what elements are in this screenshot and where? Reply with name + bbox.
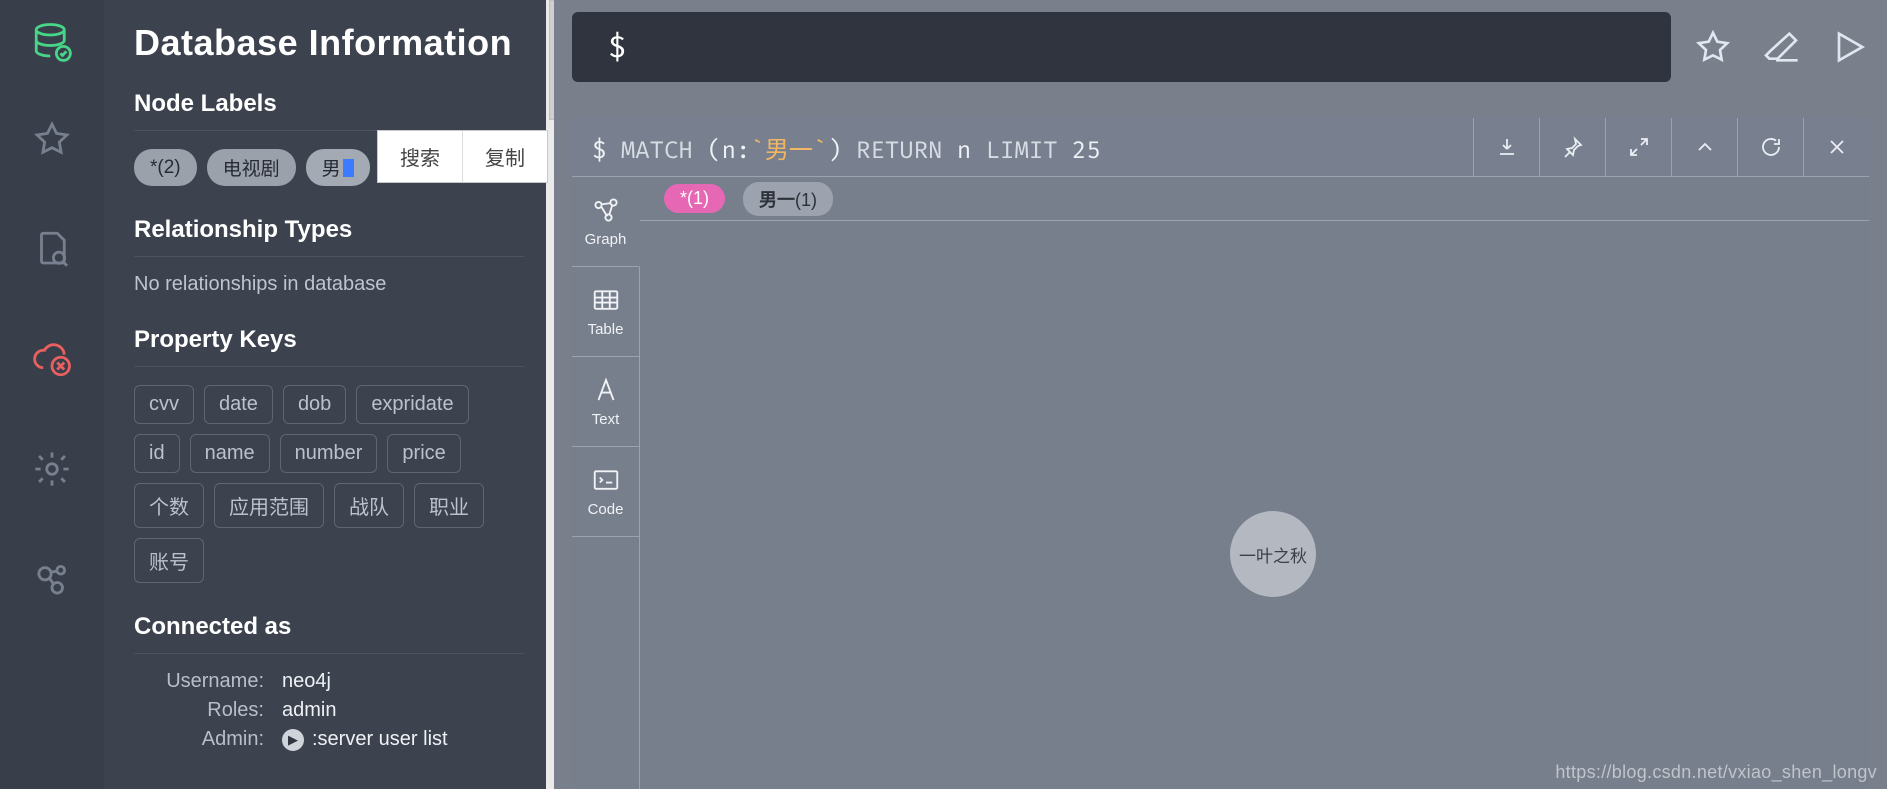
label-chip-all[interactable]: *(2) bbox=[134, 149, 197, 186]
view-graph[interactable]: Graph bbox=[572, 177, 640, 267]
cypher-editor[interactable]: $ bbox=[572, 12, 1671, 82]
pin-button[interactable] bbox=[1539, 118, 1605, 176]
q-prefix: $ bbox=[592, 137, 621, 165]
executed-query[interactable]: $ MATCH (n:`男一`) RETURN n LIMIT 25 bbox=[572, 130, 1473, 165]
documents-icon[interactable] bbox=[0, 194, 104, 304]
context-search-button[interactable]: 搜索 bbox=[378, 131, 462, 182]
context-menu: 搜索 复制 bbox=[377, 130, 548, 183]
view-graph-label: Graph bbox=[585, 231, 627, 248]
view-code[interactable]: Code bbox=[572, 447, 640, 537]
db-status-icon[interactable] bbox=[0, 0, 104, 84]
prop-key[interactable]: 账号 bbox=[134, 538, 204, 583]
q-kw-limit: LIMIT bbox=[986, 137, 1058, 165]
result-legend: *(1) 男一(1) bbox=[640, 177, 1869, 221]
q-kw-return: RETURN bbox=[856, 137, 942, 165]
sidebar: Database Information Node Labels *(2) 电视… bbox=[104, 0, 554, 789]
play-icon: ▶ bbox=[282, 729, 304, 751]
view-table[interactable]: Table bbox=[572, 267, 640, 357]
legend-man[interactable]: 男一(1) bbox=[743, 182, 833, 216]
roles-value: admin bbox=[282, 699, 524, 722]
q-close: ) bbox=[827, 137, 856, 165]
main-area: $ $ MATCH (n:`男一`) RETURN n LIMIT 25 bbox=[554, 0, 1887, 789]
property-keys-heading: Property Keys bbox=[134, 326, 524, 367]
context-copy-button[interactable]: 复制 bbox=[462, 131, 547, 182]
collapse-up-button[interactable] bbox=[1671, 118, 1737, 176]
view-switcher: Graph Table Text Code bbox=[572, 177, 640, 789]
label-chip-man-text: 男 bbox=[322, 154, 341, 181]
no-relationships-text: No relationships in database bbox=[134, 273, 524, 296]
cloud-error-icon[interactable] bbox=[0, 304, 104, 414]
close-button[interactable] bbox=[1803, 118, 1869, 176]
download-button[interactable] bbox=[1473, 118, 1539, 176]
editor-prompt: $ bbox=[608, 29, 626, 65]
prop-key[interactable]: date bbox=[204, 385, 273, 424]
view-text-label: Text bbox=[592, 411, 620, 428]
favorite-icon[interactable] bbox=[1693, 27, 1733, 67]
q-mid: n bbox=[942, 137, 985, 165]
run-icon[interactable] bbox=[1829, 27, 1869, 67]
settings-icon[interactable] bbox=[0, 414, 104, 524]
prop-key[interactable]: id bbox=[134, 434, 180, 473]
property-keys-list: cvv date dob expridate id name number pr… bbox=[134, 385, 524, 583]
legend-all[interactable]: *(1) bbox=[664, 184, 725, 213]
username-value: neo4j bbox=[282, 670, 524, 693]
sidebar-title: Database Information bbox=[134, 22, 524, 64]
result-header: $ MATCH (n:`男一`) RETURN n LIMIT 25 bbox=[572, 118, 1869, 176]
editor-row: $ bbox=[572, 12, 1869, 82]
q-kw-match: MATCH bbox=[621, 137, 693, 165]
q-tail: 25 bbox=[1058, 137, 1101, 165]
prop-key[interactable]: 应用范围 bbox=[214, 483, 324, 528]
result-frame: $ MATCH (n:`男一`) RETURN n LIMIT 25 Graph bbox=[572, 118, 1869, 789]
prop-key[interactable]: number bbox=[280, 434, 378, 473]
prop-key[interactable]: price bbox=[387, 434, 460, 473]
relationship-types-heading: Relationship Types bbox=[134, 216, 524, 257]
view-code-label: Code bbox=[588, 501, 624, 518]
username-label: Username: bbox=[134, 670, 264, 693]
prop-key[interactable]: 个数 bbox=[134, 483, 204, 528]
view-table-label: Table bbox=[588, 321, 624, 338]
graph-viewport[interactable]: 一叶之秋 bbox=[640, 221, 1869, 789]
legend-man-count: (1) bbox=[795, 190, 817, 210]
result-toolbar bbox=[1473, 118, 1869, 176]
admin-label: Admin: bbox=[134, 728, 264, 751]
legend-man-name: 男一 bbox=[759, 190, 795, 210]
node-labels-heading: Node Labels bbox=[134, 90, 524, 131]
text-caret bbox=[343, 159, 354, 177]
prop-key[interactable]: 战队 bbox=[334, 483, 404, 528]
favorites-icon[interactable] bbox=[0, 84, 104, 194]
prop-key[interactable]: cvv bbox=[134, 385, 194, 424]
admin-command-text: :server user list bbox=[312, 728, 448, 751]
about-icon[interactable] bbox=[0, 524, 104, 634]
prop-key[interactable]: name bbox=[190, 434, 270, 473]
q-open: (n: bbox=[693, 137, 751, 165]
label-chip-tv[interactable]: 电视剧 bbox=[207, 149, 296, 186]
admin-value[interactable]: ▶ :server user list bbox=[282, 728, 524, 751]
graph-node[interactable]: 一叶之秋 bbox=[1230, 511, 1316, 597]
connected-as-heading: Connected as bbox=[134, 613, 524, 654]
label-chip-man-selected[interactable]: 男 bbox=[306, 149, 370, 186]
connection-info: Username: neo4j Roles: admin Admin: ▶ :se… bbox=[134, 670, 524, 751]
prop-key[interactable]: 职业 bbox=[414, 483, 484, 528]
expand-button[interactable] bbox=[1605, 118, 1671, 176]
result-canvas: *(1) 男一(1) 一叶之秋 bbox=[640, 177, 1869, 789]
eraser-icon[interactable] bbox=[1761, 27, 1801, 67]
left-rail bbox=[0, 0, 104, 789]
rerun-button[interactable] bbox=[1737, 118, 1803, 176]
prop-key[interactable]: dob bbox=[283, 385, 346, 424]
roles-label: Roles: bbox=[134, 699, 264, 722]
watermark-text: https://blog.csdn.net/vxiao_shen_longv bbox=[1555, 762, 1877, 783]
prop-key[interactable]: expridate bbox=[356, 385, 468, 424]
view-text[interactable]: Text bbox=[572, 357, 640, 447]
q-label: `男一` bbox=[750, 137, 827, 165]
